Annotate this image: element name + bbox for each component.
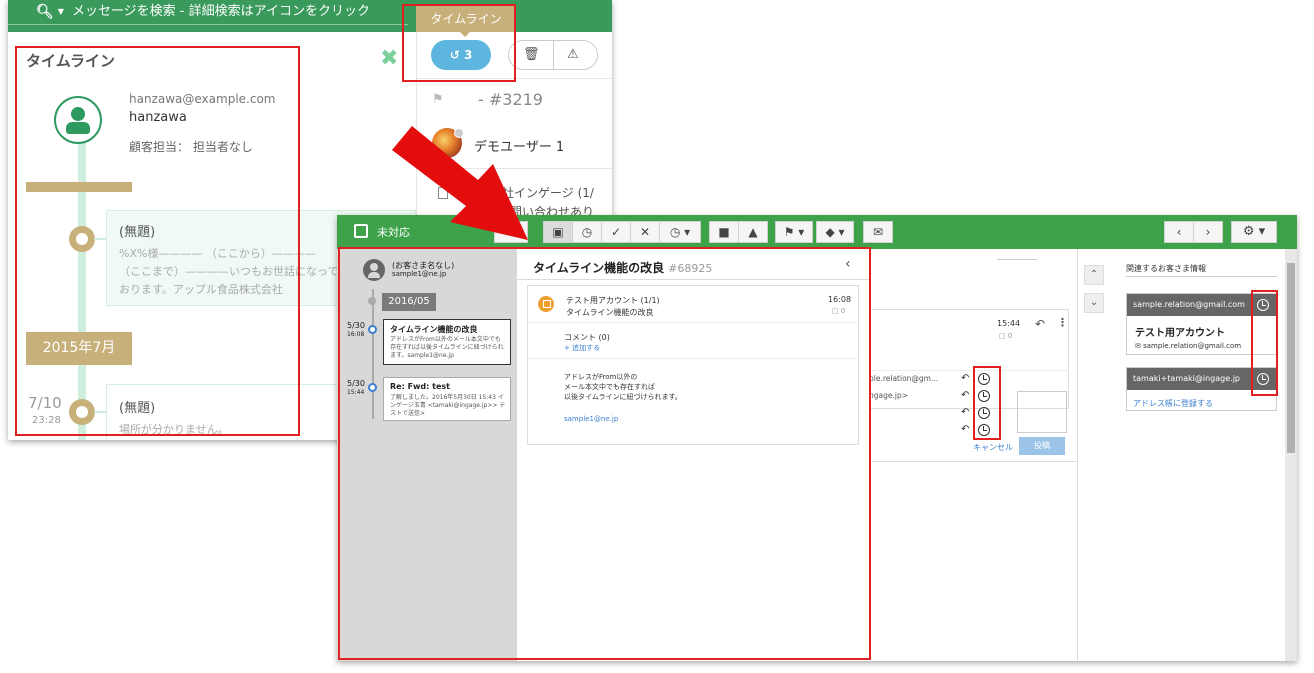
flag-dropdown[interactable]: ⚑ ▾ [775, 221, 813, 243]
related-customers-title: 関連するお客さま情報 [1126, 264, 1206, 273]
highlight-timeline-button [402, 4, 516, 82]
scroll-up-button[interactable]: ⌃ [1084, 265, 1104, 285]
reply-icon[interactable]: ↶ [1035, 317, 1045, 331]
comment-count-value: 0 [1007, 332, 1013, 340]
divider [869, 461, 1077, 462]
document-icon [438, 187, 448, 199]
clock-icon[interactable]: ◷ [572, 221, 602, 243]
composite-screenshot: 🔍︎ ▼ メッセージを検索 - 詳細検索はアイコンをクリック タイムライン ✖ … [0, 0, 1314, 673]
more-icon[interactable]: ⋮ [1057, 316, 1068, 329]
toolbar: 未対応 ▣ ◷ ✓ ✕ ◷ ▾ ■ ▲ ⚑ ▾ ◆ ▾ ✉ ‹ › ⚙ ▾ [337, 215, 1297, 249]
highlight-related-history-icons [1251, 290, 1278, 396]
divider [869, 370, 1069, 371]
warning-icon[interactable]: ▲ [738, 221, 768, 243]
recipient-address: ple.relation@gm... [869, 374, 939, 383]
divider [1077, 249, 1078, 661]
message-time: 15:44 [997, 319, 1021, 328]
prev-button[interactable]: ‹ [1164, 221, 1194, 243]
company-name: 会社インゲージ (1/ [490, 186, 594, 200]
comment-textarea[interactable] [1017, 391, 1067, 433]
add-to-addressbook-link[interactable]: アドレス帳に登録する [1133, 398, 1213, 409]
inbox-icon [354, 224, 368, 238]
gear-icon[interactable]: ⚙ ▾ [1231, 221, 1277, 243]
reply-icon[interactable]: ↶ [961, 373, 969, 384]
related-customer-email-text: sample.relation@gmail.com [1143, 342, 1242, 350]
search-icon[interactable]: 🔍︎ [36, 0, 54, 24]
chevron-down-icon[interactable]: ▼ [58, 0, 64, 24]
reply-icon[interactable]: ↶ [961, 407, 969, 418]
search-underline [8, 24, 408, 25]
action-button-group: 🗑︎ ⚠︎ [508, 40, 598, 70]
inbox-tray-icon[interactable]: ▣ [543, 221, 573, 243]
scroll-down-button[interactable]: ⌄ [1084, 293, 1104, 313]
trash-icon[interactable]: 🗑︎ [523, 47, 540, 62]
cross-icon[interactable]: ✕ [630, 221, 660, 243]
post-button[interactable]: 投稿 [1019, 437, 1065, 455]
related-customer-email: ✉ sample.relation@gmail.com [1135, 342, 1241, 350]
divider [997, 259, 1037, 260]
comment-count: □ 0 [999, 332, 1012, 340]
ticket-number: - #3219 [478, 90, 543, 109]
reply-icon[interactable]: ↶ [961, 424, 969, 435]
close-icon[interactable]: ✖ [380, 46, 398, 71]
highlight-timeline-area [338, 247, 871, 660]
highlight-timeline-panel [15, 46, 300, 436]
status-label: 未対応 [377, 226, 410, 239]
user-name: デモユーザー 1 [474, 140, 565, 155]
highlight-history-icons [973, 366, 1001, 440]
flag-icon[interactable]: ⚑ [432, 92, 444, 107]
envelope-open-icon[interactable]: ✉ [863, 221, 893, 243]
scrollbar-thumb[interactable] [1287, 263, 1295, 453]
trash-icon[interactable]: ■ [709, 221, 739, 243]
next-button[interactable]: › [1193, 221, 1223, 243]
message-column: 15:44 □ 0 ↶ ⋮ ple.relation@gm... ngage.j… [869, 249, 1077, 661]
presence-dot [454, 128, 464, 138]
recipient-address: ngage.jp> [869, 391, 908, 400]
divider [1126, 276, 1277, 277]
envelope-icon: ✉ [1135, 342, 1141, 350]
related-customer-name: テスト用アカウント [1135, 328, 1225, 339]
reply-icon[interactable]: ↶ [961, 390, 969, 401]
message-search[interactable]: 🔍︎ ▼ メッセージを検索 - 詳細検索はアイコンをクリック [36, 0, 370, 24]
tag-dropdown[interactable]: ◆ ▾ [816, 221, 854, 243]
search-placeholder[interactable]: メッセージを検索 - 詳細検索はアイコンをクリック [72, 0, 370, 24]
toolbar-button[interactable] [494, 221, 528, 243]
comment-icon: □ [999, 332, 1006, 340]
snooze-dropdown[interactable]: ◷ ▾ [659, 221, 701, 243]
cancel-button[interactable]: キャンセル [973, 442, 1013, 453]
check-icon[interactable]: ✓ [601, 221, 631, 243]
divider [416, 168, 612, 169]
warning-icon[interactable]: ⚠︎ [567, 47, 579, 62]
